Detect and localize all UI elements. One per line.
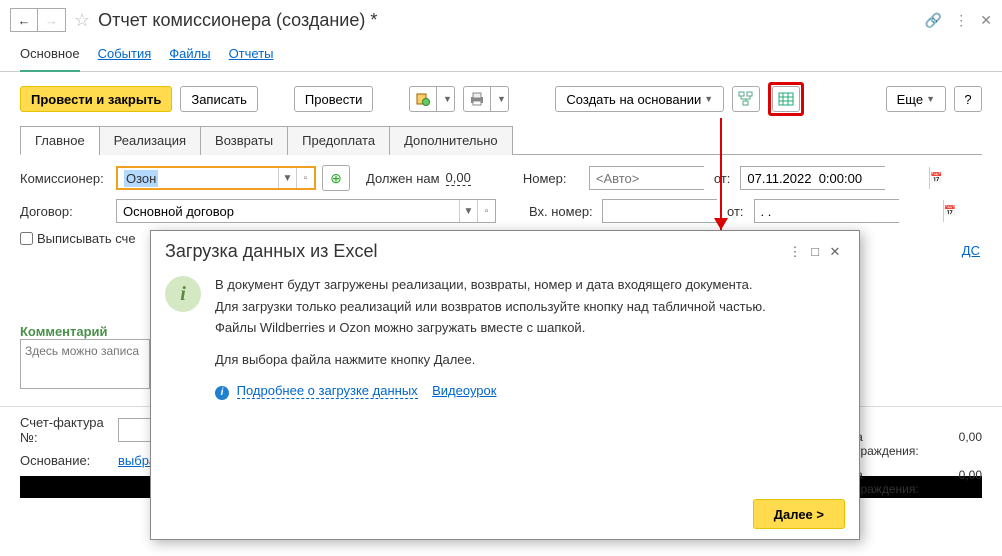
- ext-number-label: Вх. номер:: [529, 204, 596, 219]
- open-icon[interactable]: ▫: [477, 200, 495, 222]
- reward-fragment: а граждения: 0,00 а граждения: 0,00: [856, 430, 982, 502]
- doc-tab-prepay[interactable]: Предоплата: [287, 126, 390, 155]
- link-icon[interactable]: 🔗: [925, 12, 942, 29]
- modal-menu-icon[interactable]: ⋮: [785, 244, 805, 260]
- attach-dropdown[interactable]: ▼: [437, 86, 455, 112]
- close-window-icon[interactable]: ✕: [980, 12, 992, 29]
- print-button[interactable]: [463, 86, 491, 112]
- date-input[interactable]: 📅: [740, 166, 885, 190]
- save-button[interactable]: Записать: [180, 86, 258, 112]
- small-info-icon: i: [215, 386, 229, 400]
- comment-textarea[interactable]: [20, 339, 150, 389]
- titlebar: ← → ☆ Отчет комиссионера (создание) * 🔗 …: [0, 0, 1002, 40]
- contract-label: Договор:: [20, 204, 110, 219]
- excel-icon: [778, 91, 794, 107]
- menu-dots-icon[interactable]: ⋮: [954, 12, 968, 29]
- basis-label: Основание:: [20, 453, 110, 468]
- open-icon[interactable]: ▫: [296, 168, 314, 188]
- attach-button-group: ▼: [409, 86, 455, 112]
- tab-main[interactable]: Основное: [20, 46, 80, 72]
- tab-events[interactable]: События: [98, 46, 152, 61]
- doc-tab-sales[interactable]: Реализация: [99, 126, 201, 155]
- tree-icon: [738, 91, 754, 107]
- commissioner-label: Комиссионер:: [20, 171, 110, 186]
- forward-button[interactable]: →: [38, 8, 66, 32]
- doc-tabs: Главное Реализация Возвраты Предоплата Д…: [20, 126, 982, 155]
- excel-import-modal: Загрузка данных из Excel ⋮ □ ✕ i В докум…: [150, 230, 860, 540]
- owes-label: Должен нам: [366, 171, 440, 186]
- ext-number-input[interactable]: [602, 199, 717, 223]
- tab-files[interactable]: Файлы: [169, 46, 210, 61]
- learn-more-link[interactable]: Подробнее о загрузке данных: [237, 383, 418, 399]
- doc-tab-main[interactable]: Главное: [20, 126, 100, 155]
- modal-maximize-icon[interactable]: □: [805, 244, 825, 259]
- attach-button[interactable]: [409, 86, 437, 112]
- invoice-label: Счет-фактура №:: [20, 415, 110, 445]
- from-label: от:: [714, 171, 731, 186]
- modal-title: Загрузка данных из Excel: [165, 241, 785, 262]
- clip-icon: [415, 91, 431, 107]
- favorite-star-icon[interactable]: ☆: [74, 10, 90, 31]
- number-input[interactable]: [589, 166, 704, 190]
- info-icon: i: [165, 276, 201, 312]
- doc-tab-extra[interactable]: Дополнительно: [389, 126, 513, 155]
- ext-date-input[interactable]: 📅: [754, 199, 899, 223]
- toolbar: Провести и закрыть Записать Провести ▼ ▼…: [0, 72, 1002, 126]
- next-button[interactable]: Далее >: [753, 499, 845, 529]
- page-title: Отчет комиссионера (создание) *: [98, 10, 377, 31]
- issue-invoice-checkbox[interactable]: Выписывать сче: [20, 231, 136, 246]
- commissioner-input[interactable]: Озон ▼ ▫: [116, 166, 316, 190]
- help-button[interactable]: ?: [954, 86, 982, 112]
- nds-link-fragment[interactable]: ДС: [962, 243, 980, 258]
- callout-arrow: [720, 118, 722, 236]
- title-actions: 🔗 ⋮ ✕: [925, 12, 992, 29]
- contract-input[interactable]: ▼▫: [116, 199, 496, 223]
- video-link[interactable]: Видеоурок: [432, 383, 496, 398]
- create-based-button[interactable]: Создать на основании▼: [555, 86, 724, 112]
- back-button[interactable]: ←: [10, 8, 38, 32]
- dropdown-icon[interactable]: ▼: [459, 200, 477, 222]
- structure-button[interactable]: [732, 86, 760, 112]
- number-label: Номер:: [523, 171, 583, 186]
- printer-icon: [469, 91, 485, 107]
- from2-label: от:: [727, 204, 744, 219]
- modal-text: В документ будут загружены реализации, в…: [215, 276, 766, 481]
- doc-tab-returns[interactable]: Возвраты: [200, 126, 288, 155]
- print-dropdown[interactable]: ▼: [491, 86, 509, 112]
- owes-value[interactable]: 0,00: [446, 170, 471, 186]
- excel-import-button[interactable]: [772, 86, 800, 112]
- print-button-group: ▼: [463, 86, 509, 112]
- post-and-close-button[interactable]: Провести и закрыть: [20, 86, 172, 112]
- calendar-icon[interactable]: 📅: [929, 167, 942, 189]
- tab-reports[interactable]: Отчеты: [229, 46, 274, 61]
- post-button[interactable]: Провести: [294, 86, 374, 112]
- add-commissioner-button[interactable]: ⊕: [322, 165, 350, 191]
- plus-doc-icon: ⊕: [330, 170, 342, 187]
- modal-close-icon[interactable]: ✕: [825, 244, 845, 260]
- more-button[interactable]: Еще▼: [886, 86, 946, 112]
- highlighted-excel-button: [768, 82, 804, 116]
- nav-tabs: Основное События Файлы Отчеты: [0, 40, 1002, 72]
- calendar-icon[interactable]: 📅: [943, 200, 956, 222]
- dropdown-icon[interactable]: ▼: [278, 168, 296, 188]
